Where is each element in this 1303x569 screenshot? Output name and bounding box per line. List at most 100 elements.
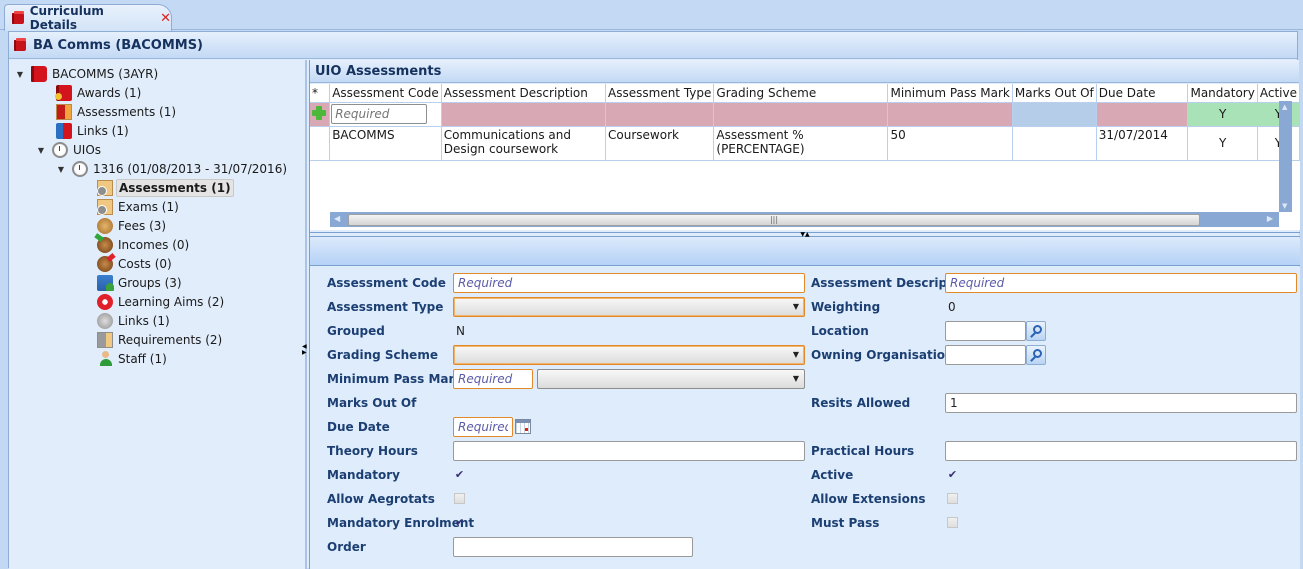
scroll-right-icon[interactable]: ▶ bbox=[1267, 214, 1273, 223]
column-header-grading-scheme[interactable]: Grading Scheme bbox=[713, 84, 889, 103]
tree-node-awards[interactable]: Awards (1) bbox=[55, 84, 143, 102]
due-date-input[interactable] bbox=[453, 417, 513, 437]
column-header-marks-out-of[interactable]: Marks Out Of bbox=[1012, 84, 1097, 103]
new-row-marks-out-of-cell[interactable] bbox=[1012, 102, 1097, 127]
cell-marks-out-of[interactable] bbox=[1012, 126, 1097, 161]
label-mandatory: Mandatory bbox=[327, 468, 400, 482]
tree-node-root[interactable]: ▼ BACOMMS (3AYR) bbox=[15, 65, 160, 83]
new-row-min-pass-cell[interactable] bbox=[887, 102, 1013, 127]
active-checkbox[interactable]: ✔ bbox=[947, 469, 958, 480]
column-header-assessment-type[interactable]: Assessment Type bbox=[605, 84, 715, 103]
label-grouped: Grouped bbox=[327, 324, 385, 338]
resits-allowed-input[interactable] bbox=[945, 393, 1297, 413]
expand-icon[interactable]: ▼ bbox=[56, 165, 66, 174]
owning-organisation-input[interactable] bbox=[945, 345, 1026, 365]
new-row-mandatory-cell[interactable]: Y bbox=[1187, 102, 1258, 127]
scroll-up-icon[interactable]: ▲ bbox=[1282, 103, 1287, 111]
assessment-type-select[interactable]: ▼ bbox=[453, 297, 805, 317]
splitter-arrows-icon[interactable]: ◀ ▶ bbox=[302, 344, 307, 356]
calendar-icon[interactable] bbox=[515, 419, 531, 434]
tree-node-groups[interactable]: Groups (3) bbox=[97, 274, 184, 292]
location-input[interactable] bbox=[945, 321, 1026, 341]
column-header-active[interactable]: Active bbox=[1257, 84, 1300, 103]
scroll-down-icon[interactable]: ▼ bbox=[1282, 202, 1287, 210]
add-icon[interactable] bbox=[312, 105, 326, 120]
tree-node-uios[interactable]: ▼ UIOs bbox=[36, 141, 103, 159]
table-row[interactable]: BACOMMS Communications and Design course… bbox=[310, 126, 1300, 161]
tree-node-costs[interactable]: Costs (0) bbox=[97, 255, 174, 273]
cell-grading-scheme[interactable]: Assessment % (PERCENTAGE) bbox=[713, 126, 889, 161]
cell-type[interactable]: Coursework bbox=[605, 126, 715, 161]
vertical-splitter[interactable] bbox=[305, 60, 307, 569]
cell-code[interactable]: BACOMMS bbox=[329, 126, 442, 161]
cell-due-date[interactable]: 31/07/2014 bbox=[1096, 126, 1189, 161]
tree-label: Links (1) bbox=[118, 314, 170, 328]
grading-scheme-select[interactable]: ▼ bbox=[453, 345, 805, 365]
tree-label: BACOMMS (3AYR) bbox=[52, 67, 159, 81]
column-header-due-date[interactable]: Due Date bbox=[1096, 84, 1189, 103]
label-order: Order bbox=[327, 540, 366, 554]
tree-node-uio-links[interactable]: Links (1) bbox=[97, 312, 172, 330]
tab-curriculum-details[interactable]: Curriculum Details ✕ bbox=[4, 4, 172, 32]
row-marker[interactable] bbox=[310, 126, 331, 161]
grid-horizontal-scrollbar[interactable]: ◀ ||| ▶ bbox=[330, 212, 1279, 227]
cell-min-pass-mark[interactable]: 50 bbox=[887, 126, 1013, 161]
location-search-button[interactable] bbox=[1026, 321, 1046, 341]
column-header-assessment-code[interactable]: Assessment Code bbox=[329, 84, 442, 103]
column-header-mandatory[interactable]: Mandatory bbox=[1187, 84, 1258, 103]
tree-label: Awards (1) bbox=[77, 86, 142, 100]
tree-node-exams[interactable]: Exams (1) bbox=[97, 198, 181, 216]
assessment-description-input[interactable] bbox=[945, 273, 1297, 293]
label-due-date: Due Date bbox=[327, 420, 390, 434]
tree-node-requirements[interactable]: Requirements (2) bbox=[97, 331, 224, 349]
tree-node-staff[interactable]: Staff (1) bbox=[97, 350, 169, 368]
cell-description[interactable]: Communications and Design coursework bbox=[441, 126, 607, 161]
tree-node-incomes[interactable]: Incomes (0) bbox=[97, 236, 191, 254]
links-icon bbox=[56, 123, 72, 139]
new-row-description-cell[interactable] bbox=[441, 102, 607, 127]
column-header-minimum-pass-mark[interactable]: Minimum Pass Mark bbox=[887, 84, 1013, 103]
mandatory-checkbox[interactable]: ✔ bbox=[454, 469, 465, 480]
uio-assessments-panel: UIO Assessments * Assessment Code Assess… bbox=[309, 60, 1300, 569]
expand-icon[interactable]: ▼ bbox=[36, 146, 46, 155]
fees-icon bbox=[97, 218, 113, 234]
column-header-assessment-description[interactable]: Assessment Description bbox=[441, 84, 607, 103]
order-input[interactable] bbox=[453, 537, 693, 557]
must-pass-checkbox[interactable] bbox=[947, 517, 958, 528]
label-weighting: Weighting bbox=[811, 300, 881, 314]
cell-mandatory[interactable]: Y bbox=[1187, 126, 1258, 161]
column-header-marker[interactable]: * bbox=[310, 84, 331, 103]
owning-organisation-search-button[interactable] bbox=[1026, 345, 1046, 365]
assessment-code-input[interactable] bbox=[453, 273, 805, 293]
new-row-code-input[interactable] bbox=[331, 104, 428, 124]
minimum-pass-mark-input[interactable] bbox=[453, 369, 533, 389]
theory-hours-input[interactable] bbox=[453, 441, 805, 461]
allow-extensions-checkbox[interactable] bbox=[947, 493, 958, 504]
tree-node-uio-assessments[interactable]: Assessments (1) bbox=[97, 179, 234, 197]
scrollbar-thumb[interactable]: ||| bbox=[348, 214, 1200, 226]
horizontal-splitter[interactable]: ▼▲ bbox=[310, 232, 1300, 238]
tree-node-assessments[interactable]: Assessments (1) bbox=[56, 103, 178, 121]
practical-hours-input[interactable] bbox=[945, 441, 1297, 461]
mandatory-enrolment-checkbox[interactable]: ✔ bbox=[454, 517, 465, 528]
pass-mark-grade-select[interactable]: ▼ bbox=[537, 369, 805, 389]
tree-node-learning-aims[interactable]: Learning Aims (2) bbox=[97, 293, 226, 311]
new-row-marker[interactable] bbox=[310, 102, 331, 127]
grid-vertical-scrollbar[interactable]: ▲ ▼ bbox=[1279, 101, 1292, 212]
label-mandatory-enrolment: Mandatory Enrolment bbox=[327, 516, 475, 530]
new-row[interactable]: Y Y bbox=[310, 102, 1300, 127]
scroll-left-icon[interactable]: ◀ bbox=[334, 214, 340, 223]
book-icon bbox=[13, 38, 27, 52]
expand-icon[interactable]: ▼ bbox=[15, 70, 25, 79]
tree-node-fees[interactable]: Fees (3) bbox=[97, 217, 168, 235]
new-row-due-date-cell[interactable] bbox=[1096, 102, 1189, 127]
new-row-grading-cell[interactable] bbox=[713, 102, 889, 127]
tree-node-links[interactable]: Links (1) bbox=[56, 122, 131, 140]
tab-label: Curriculum Details bbox=[29, 4, 104, 32]
label-active: Active bbox=[811, 468, 854, 482]
new-row-code-cell[interactable] bbox=[329, 102, 442, 127]
allow-aegrotats-checkbox[interactable] bbox=[454, 493, 465, 504]
tree-node-uio-1316[interactable]: ▼ 1316 (01/08/2013 - 31/07/2016) bbox=[56, 160, 289, 178]
close-icon[interactable]: ✕ bbox=[160, 11, 171, 26]
new-row-type-cell[interactable] bbox=[605, 102, 715, 127]
